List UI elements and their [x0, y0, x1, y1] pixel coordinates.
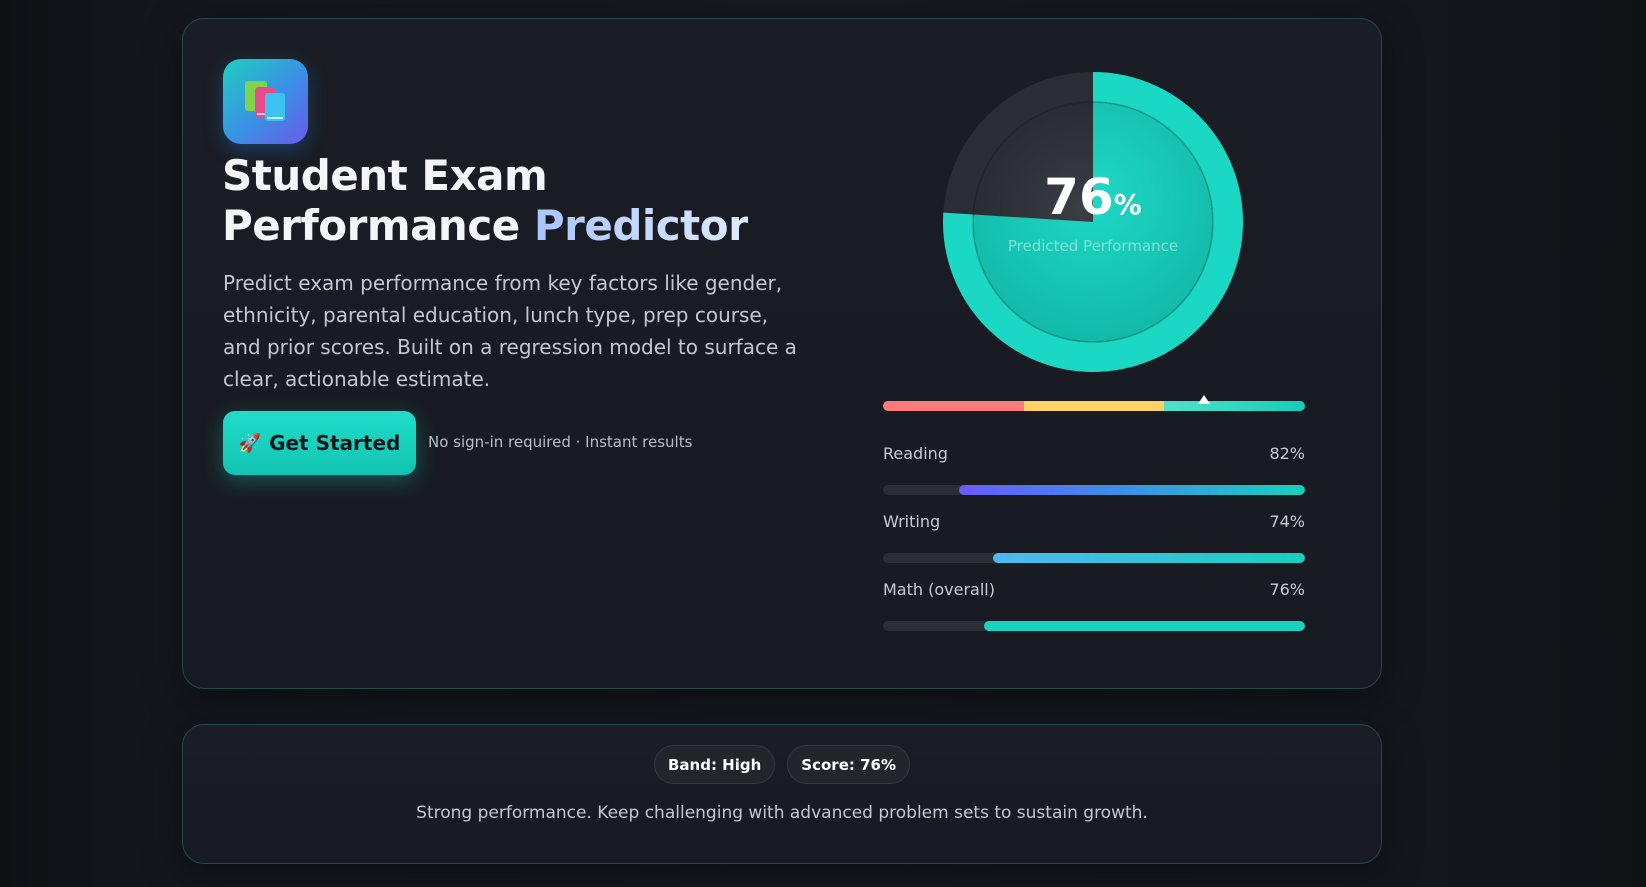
metric-value: 82%: [1269, 444, 1305, 463]
result-message: Strong performance. Keep challenging wit…: [416, 803, 1148, 823]
band-marker-icon: [1197, 395, 1210, 404]
performance-gauge: 76% Predicted Performance: [943, 72, 1243, 372]
metric-reading: Reading 82%: [883, 444, 1305, 463]
metric-label: Reading: [883, 444, 948, 463]
title-line-2a: Performance: [222, 201, 520, 250]
gauge-label: Predicted Performance: [1007, 237, 1179, 255]
math-progress-fill: [984, 621, 1305, 631]
reading-progress-fill: [958, 485, 1305, 495]
result-card: Band: High Score: 76% Strong performance…: [182, 724, 1382, 864]
predicted-score: 76%: [1044, 169, 1142, 233]
page-title: Student Exam Performance Predictor: [222, 151, 782, 251]
predicted-score-value: 76: [1044, 168, 1114, 226]
math-progress-track: [883, 621, 1305, 631]
writing-progress-fill: [992, 553, 1305, 563]
rocket-icon: 🚀: [238, 432, 262, 454]
metric-writing: Writing 74%: [883, 512, 1305, 531]
band-mid-segment: [1023, 401, 1165, 411]
band-badge: Band: High: [653, 745, 776, 784]
title-line-2b: Predictor: [533, 201, 749, 250]
get-started-button[interactable]: 🚀 Get Started: [223, 411, 416, 475]
hero-card: Student Exam Performance Predictor Predi…: [182, 18, 1382, 689]
reading-progress-track: [883, 485, 1305, 495]
band-low-segment: [883, 401, 1024, 411]
books-icon: [223, 59, 308, 144]
title-line-1: Student Exam: [222, 151, 548, 200]
get-started-label: Get Started: [269, 431, 401, 455]
band-scale-bar: [883, 401, 1305, 411]
metric-label: Writing: [883, 512, 941, 531]
metric-math: Math (overall) 76%: [883, 580, 1305, 599]
writing-progress-track: [883, 553, 1305, 563]
metric-value: 76%: [1269, 580, 1305, 599]
band-high-segment: [1164, 401, 1305, 411]
cta-note: No sign-in required · Instant results: [428, 433, 693, 451]
hero-description: Predict exam performance from key factor…: [223, 271, 797, 391]
predicted-score-unit: %: [1113, 188, 1142, 221]
metric-value: 74%: [1269, 512, 1305, 531]
score-badge: Score: 76%: [787, 745, 910, 784]
metric-label: Math (overall): [883, 580, 995, 599]
